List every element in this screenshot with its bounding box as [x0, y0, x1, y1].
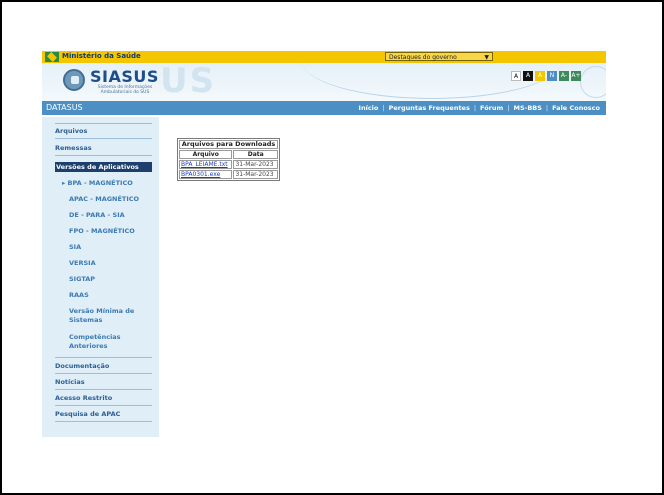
sidebar-subitem-competencias[interactable]: Competências Anteriores: [69, 333, 139, 350]
table-row: BPA0301.exe 31-Mar-2023: [179, 170, 278, 179]
sidebar-divider: [55, 138, 152, 139]
site-header: US SIASUS Sistema de Informações Ambulat…: [42, 63, 606, 101]
table-row: BPA_LEIAME.txt 31-Mar-2023: [179, 160, 278, 169]
sidebar-divider: [55, 123, 152, 124]
downloads-table: Arquivos para Downloads Arquivo Data BPA…: [177, 138, 280, 181]
navbar-links: Início | Perguntas Frequentes | Fórum | MS-BBS…: [358, 104, 600, 112]
sidebar-item-remessas[interactable]: Remessas: [55, 144, 92, 152]
siasus-logo-icon[interactable]: [63, 69, 85, 91]
sidebar-subitem-versia[interactable]: VERSIA: [69, 259, 96, 268]
nav-link-contact[interactable]: Fale Conosco: [552, 104, 600, 112]
sidebar-subitem-sia[interactable]: SIA: [69, 243, 81, 252]
government-bar: Ministério da Saúde Destaques do governo…: [42, 51, 606, 63]
contrast-yellow-button[interactable]: A: [535, 71, 545, 81]
nav-link-inicio[interactable]: Início: [359, 104, 379, 112]
downloads-table-caption: Arquivos para Downloads: [179, 140, 278, 149]
sidebar-subitem-de-para[interactable]: DE - PARA - SIA: [69, 211, 125, 220]
font-decrease-button[interactable]: A-: [559, 71, 569, 81]
accessibility-controls: A A A N A- A+: [511, 71, 581, 81]
sidebar-divider: [55, 155, 152, 156]
nav-link-forum[interactable]: Fórum: [480, 104, 503, 112]
sidebar-item-versoes[interactable]: Versões de Aplicativos: [56, 163, 139, 171]
sidebar-subitem-raas[interactable]: RAAS: [69, 291, 89, 300]
nav-link-ms-bbs[interactable]: MS-BBS: [513, 104, 541, 112]
datasus-brand[interactable]: DATASUS: [46, 103, 83, 112]
sidebar-item-noticias[interactable]: Notícias: [55, 378, 85, 386]
header-circle-decoration: [580, 66, 606, 98]
sidebar-item-pesquisa-apac[interactable]: Pesquisa de APAC: [55, 410, 120, 418]
sidebar-divider: [55, 421, 152, 422]
main-navbar: DATASUS Início | Perguntas Frequentes | Fóru…: [42, 101, 606, 115]
sidebar-divider: [55, 405, 152, 406]
file-date: 31-Mar-2023: [233, 170, 278, 179]
contrast-dark-button[interactable]: A: [523, 71, 533, 81]
brazil-flag-icon: [45, 52, 59, 62]
column-header-data: Data: [233, 150, 278, 159]
sidebar-subitem-fpo[interactable]: FPO - MAGNÉTICO: [69, 227, 135, 236]
sidebar-divider: [55, 357, 152, 358]
file-date: 31-Mar-2023: [233, 160, 278, 169]
nav-link-faq[interactable]: Perguntas Frequentes: [389, 104, 470, 112]
sidebar-item-arquivos[interactable]: Arquivos: [55, 127, 87, 135]
sidebar-item-acesso-restrito[interactable]: Acesso Restrito: [55, 394, 112, 402]
logo-title[interactable]: SIASUS: [90, 67, 159, 86]
contrast-default-button[interactable]: A: [511, 71, 521, 81]
normal-font-button[interactable]: N: [547, 71, 557, 81]
file-link[interactable]: BPA0301.exe: [181, 171, 220, 178]
file-link[interactable]: BPA_LEIAME.txt: [181, 161, 228, 168]
sidebar-item-documentacao[interactable]: Documentação: [55, 362, 109, 370]
sidebar: Arquivos Remessas Versões de Aplicativos…: [42, 117, 159, 437]
sidebar-divider: [55, 389, 152, 390]
logo-subtitle: Sistema de Informações Ambulatoriais do …: [97, 85, 153, 95]
chevron-down-icon: ▼: [484, 54, 489, 61]
ministry-link[interactable]: Ministério da Saúde: [62, 52, 141, 60]
header-watermark: US: [160, 63, 217, 101]
sidebar-divider: [55, 373, 152, 374]
font-increase-button[interactable]: A+: [571, 71, 581, 81]
column-header-arquivo: Arquivo: [179, 150, 233, 159]
sidebar-subitem-sigtap[interactable]: SIGTAP: [69, 275, 95, 284]
sidebar-subitem-versao-minima[interactable]: Versão Mínima de Sistemas: [69, 307, 149, 324]
header-swoosh-decoration: [302, 63, 562, 99]
sidebar-subitem-bpa[interactable]: ▸ BPA - MAGNÉTICO: [62, 179, 133, 188]
highlights-dropdown-value: Destaques do governo: [389, 54, 457, 61]
sidebar-subitem-apac[interactable]: APAC - MAGNÉTICO: [69, 195, 139, 204]
highlights-dropdown[interactable]: Destaques do governo ▼: [385, 52, 493, 61]
